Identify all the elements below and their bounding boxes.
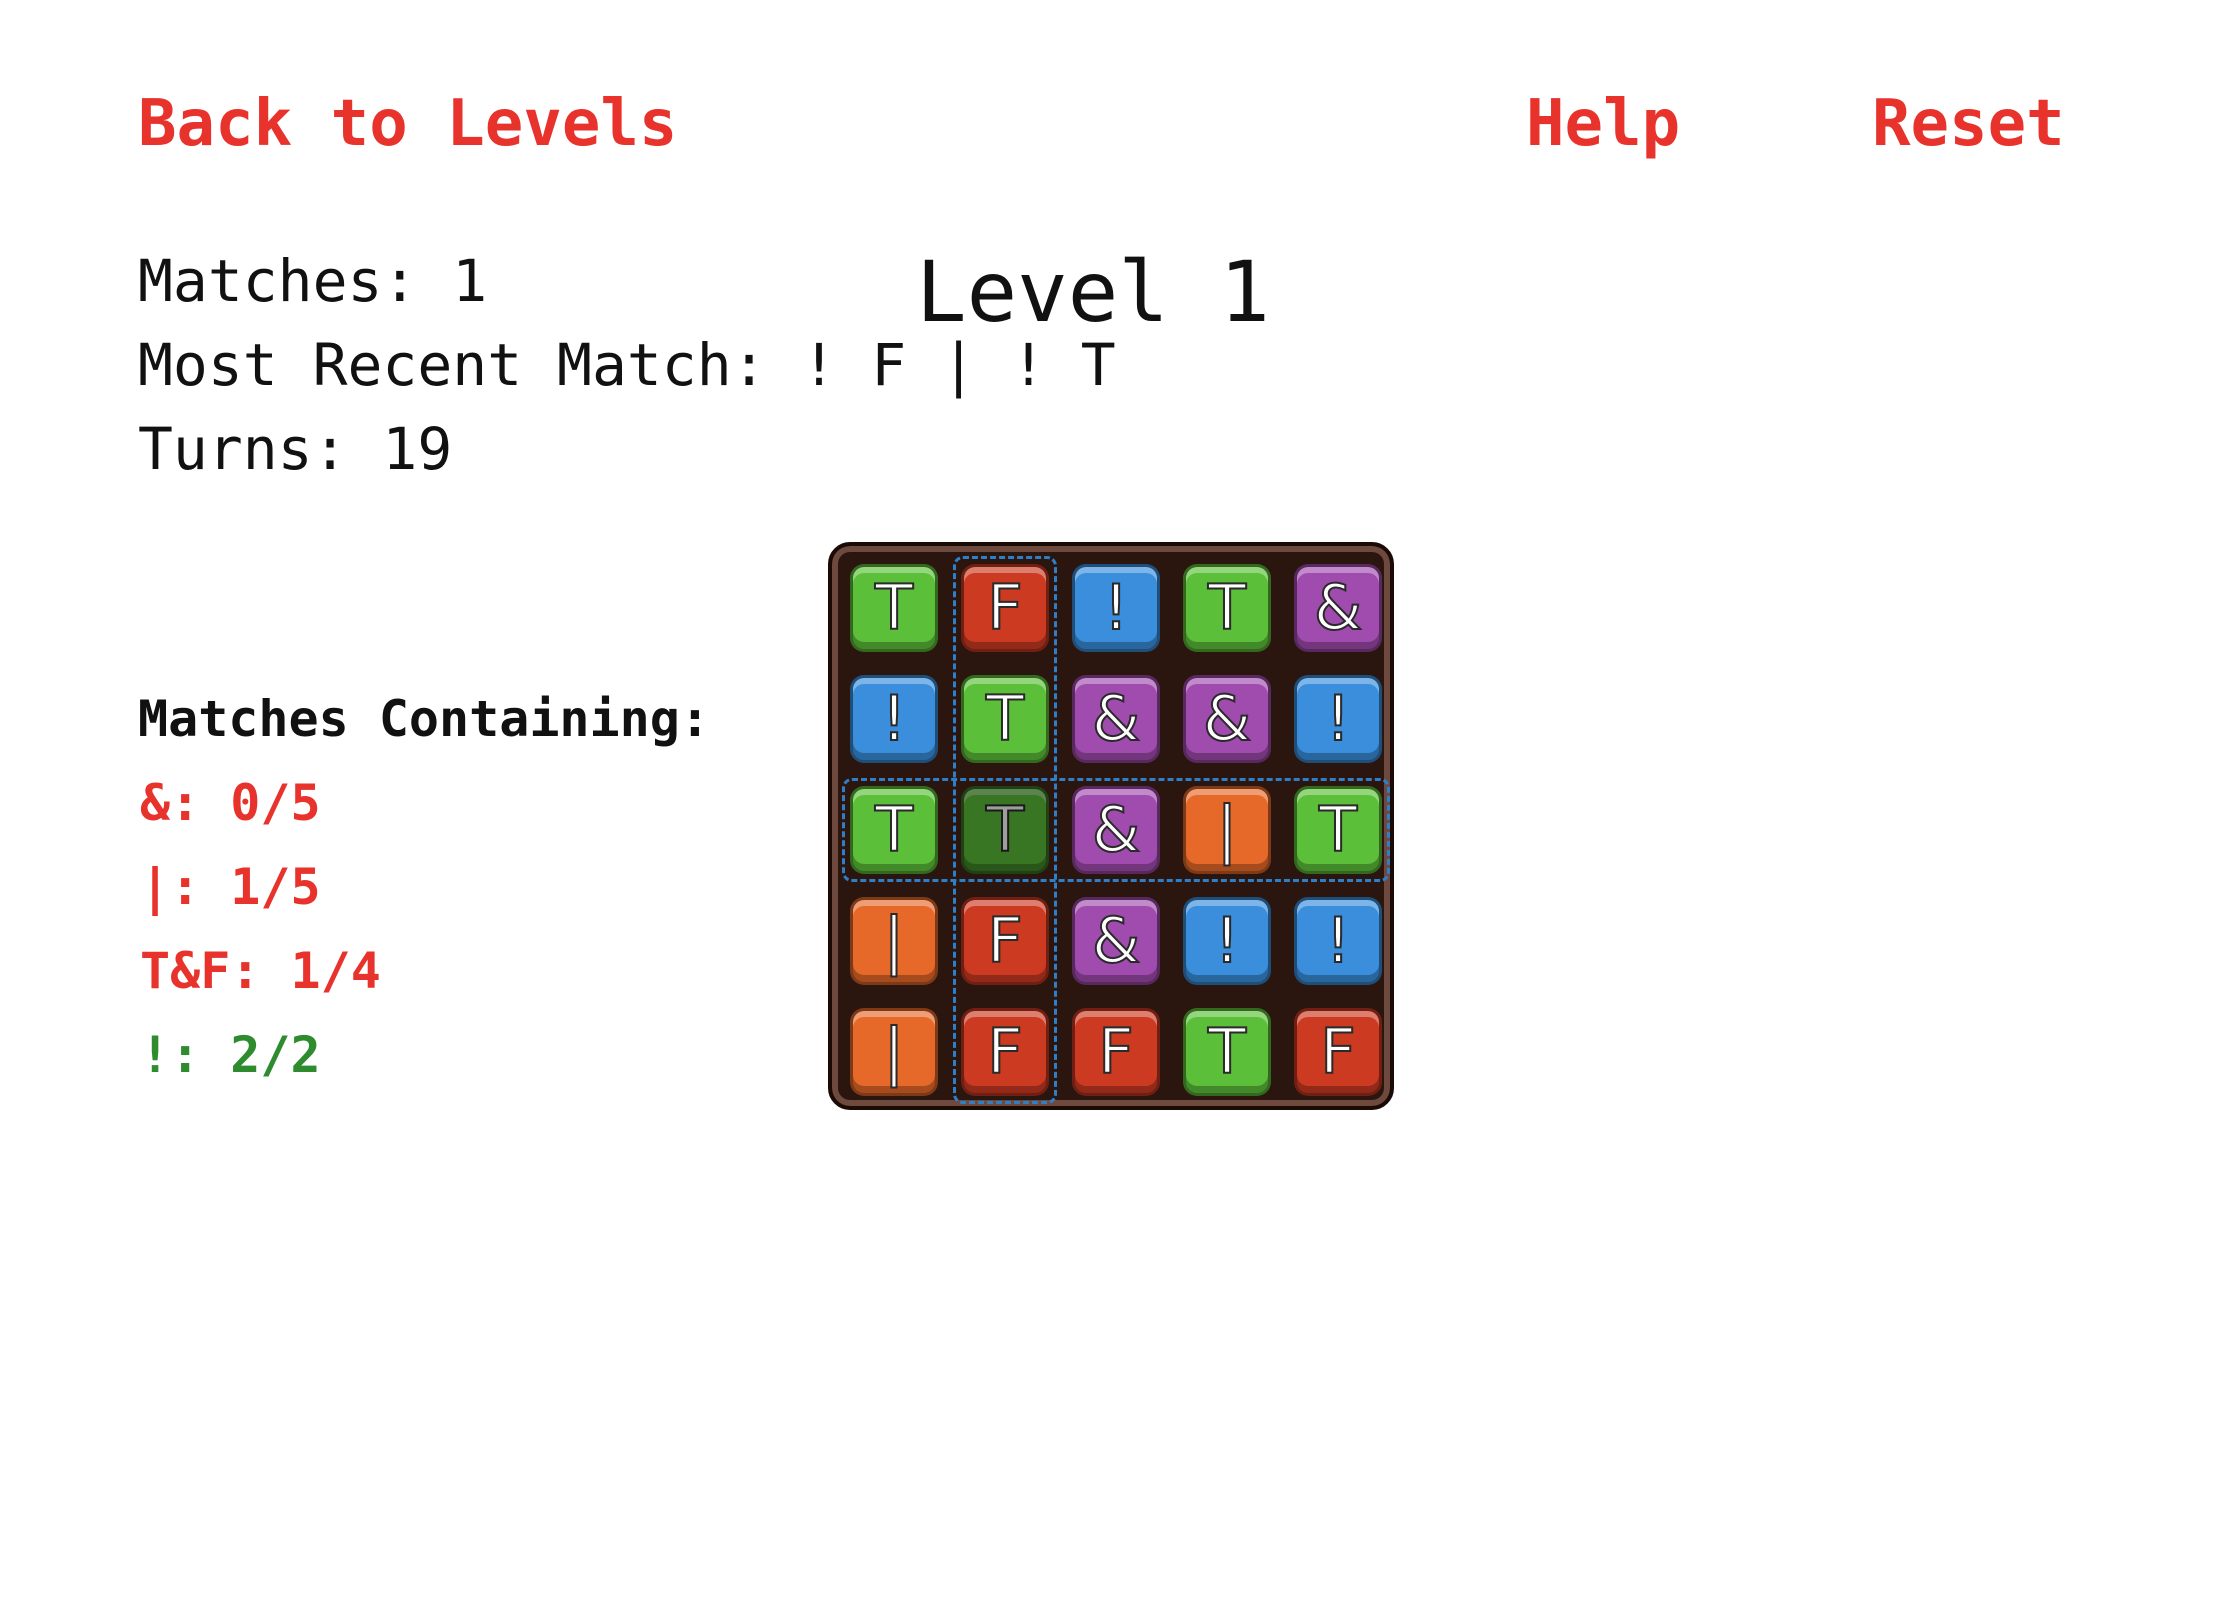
goal-not: !: 2/2 [140,1026,321,1084]
tile-r1-c1[interactable]: T [961,675,1049,763]
tile-r1-c4[interactable]: ! [1294,675,1382,763]
goal-and: &: 0/5 [140,774,321,832]
most-recent-match: Most Recent Match: ! F | ! T [138,331,1116,399]
tile-r3-c1[interactable]: F [961,897,1049,985]
back-to-levels-link[interactable]: Back to Levels [138,92,677,156]
tile-r3-c2[interactable]: & [1072,897,1160,985]
tile-r0-c1[interactable]: F [961,564,1049,652]
level-title: Level 1 [916,243,1271,341]
tile-r4-c1[interactable]: F [961,1008,1049,1096]
tile-r3-c4[interactable]: ! [1294,897,1382,985]
tile-r2-c3[interactable]: | [1183,786,1271,874]
matches-count: Matches: 1 [138,247,488,315]
help-link[interactable]: Help [1526,92,1680,156]
tile-r2-c4[interactable]: T [1294,786,1382,874]
tile-r2-c1[interactable]: T [961,786,1049,874]
tile-r0-c0[interactable]: T [850,564,938,652]
matches-containing-heading: Matches Containing: [138,690,710,748]
reset-link[interactable]: Reset [1872,92,2065,156]
tile-r4-c3[interactable]: T [1183,1008,1271,1096]
tile-r1-c0[interactable]: ! [850,675,938,763]
tile-r2-c0[interactable]: T [850,786,938,874]
goal-or: |: 1/5 [140,858,321,916]
tile-r4-c4[interactable]: F [1294,1008,1382,1096]
tile-r4-c2[interactable]: F [1072,1008,1160,1096]
game-board: T F! T &! T & &! T T & | T | F &!! | F F T F [828,542,1394,1110]
tile-r2-c2[interactable]: & [1072,786,1160,874]
tile-r1-c2[interactable]: & [1072,675,1160,763]
tile-r0-c2[interactable]: ! [1072,564,1160,652]
tile-r1-c3[interactable]: & [1183,675,1271,763]
goal-t-and-f: T&F: 1/4 [140,942,381,1000]
tile-r4-c0[interactable]: | [850,1008,938,1096]
tile-r0-c3[interactable]: T [1183,564,1271,652]
tile-r3-c3[interactable]: ! [1183,897,1271,985]
tile-r0-c4[interactable]: & [1294,564,1382,652]
turns-count: Turns: 19 [138,415,453,483]
tile-r3-c0[interactable]: | [850,897,938,985]
